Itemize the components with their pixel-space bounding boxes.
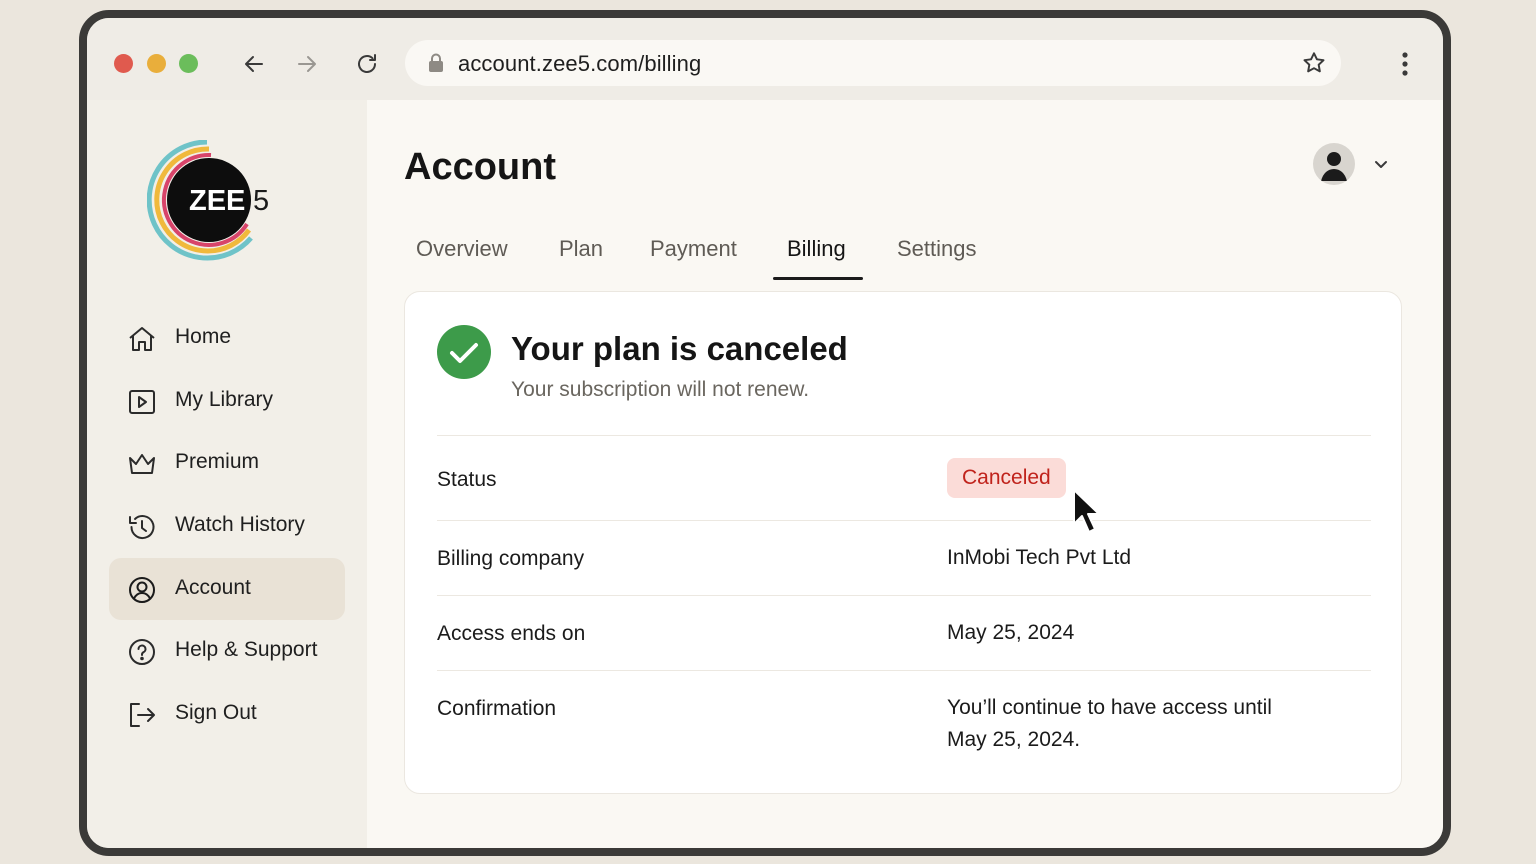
- history-icon: [129, 515, 155, 540]
- billing-company-label: Billing company: [437, 547, 585, 570]
- chevron-down-icon[interactable]: [1371, 154, 1391, 174]
- access-ends-label: Access ends on: [437, 622, 586, 645]
- sidebar-item-label: Premium: [175, 450, 260, 473]
- sidebar: ZEE 5 Home My Library Premium Watch Hist…: [87, 100, 367, 848]
- sidebar-item-label: Home: [175, 325, 232, 348]
- sidebar-item-label: Help & Support: [175, 638, 318, 661]
- browser-window: account.zee5.com/billing ZEE 5 Home My L…: [79, 10, 1451, 856]
- svg-text:5: 5: [253, 185, 269, 217]
- tab-overview[interactable]: Overview: [416, 236, 508, 262]
- more-options-icon[interactable]: [1392, 51, 1418, 77]
- zee5-logo[interactable]: ZEE 5: [147, 140, 277, 262]
- sidebar-item-sign-out[interactable]: Sign Out: [109, 683, 345, 745]
- sidebar-item-help-support[interactable]: Help & Support: [109, 620, 345, 682]
- check-circle-icon: [437, 325, 491, 379]
- crown-icon: [129, 454, 155, 474]
- sidebar-item-account[interactable]: Account: [109, 558, 345, 620]
- status-badge: Canceled: [947, 458, 1066, 498]
- forward-arrow-icon[interactable]: [294, 51, 320, 77]
- close-window-button[interactable]: [114, 54, 133, 73]
- tab-payment[interactable]: Payment: [650, 236, 737, 262]
- sidebar-item-label: Account: [175, 576, 251, 599]
- help-circle-icon: [129, 639, 155, 665]
- minimize-window-button[interactable]: [147, 54, 166, 73]
- billing-status-card: Your plan is canceled Your subscription …: [404, 291, 1402, 794]
- maximize-window-button[interactable]: [179, 54, 198, 73]
- billing-company-value: InMobi Tech Pvt Ltd: [947, 546, 1132, 569]
- divider: [437, 520, 1371, 521]
- lock-icon: [429, 53, 443, 72]
- sign-out-icon: [130, 703, 155, 727]
- sidebar-item-my-library[interactable]: My Library: [109, 370, 345, 432]
- confirmation-value-line2: May 25, 2024.: [947, 728, 1081, 751]
- address-bar[interactable]: account.zee5.com/billing: [405, 40, 1341, 86]
- active-tab-indicator: [773, 277, 863, 280]
- mouse-cursor-icon: [1073, 489, 1100, 533]
- access-ends-value: May 25, 2024: [947, 621, 1075, 644]
- avatar[interactable]: [1313, 143, 1355, 185]
- divider: [437, 670, 1371, 671]
- divider: [437, 595, 1371, 596]
- bookmark-star-icon[interactable]: [1301, 50, 1327, 76]
- divider: [437, 435, 1371, 436]
- svg-text:ZEE: ZEE: [189, 185, 245, 217]
- url-text: account.zee5.com/billing: [458, 51, 702, 76]
- confirmation-label: Confirmation: [437, 697, 557, 720]
- tab-settings[interactable]: Settings: [897, 236, 977, 262]
- sidebar-item-premium[interactable]: Premium: [109, 432, 345, 494]
- sidebar-item-label: Watch History: [175, 513, 305, 536]
- sidebar-item-watch-history[interactable]: Watch History: [109, 495, 345, 557]
- tab-plan[interactable]: Plan: [559, 236, 603, 262]
- card-subtitle: Your subscription will not renew.: [511, 378, 810, 401]
- play-square-icon: [129, 390, 155, 414]
- main-content: Account Overview Plan Payment Billing Se…: [367, 100, 1443, 848]
- browser-toolbar: account.zee5.com/billing: [87, 18, 1443, 100]
- page-title: Account: [404, 146, 556, 188]
- user-circle-icon: [129, 577, 155, 603]
- status-label: Status: [437, 468, 497, 491]
- sidebar-item-label: Sign Out: [175, 701, 257, 724]
- confirmation-value-line1: You’ll continue to have access until: [947, 696, 1272, 719]
- home-icon: [129, 327, 155, 351]
- back-arrow-icon[interactable]: [241, 51, 267, 77]
- reload-icon[interactable]: [354, 51, 380, 77]
- tab-billing[interactable]: Billing: [787, 236, 846, 262]
- user-avatar-icon: [1321, 152, 1347, 181]
- sidebar-item-label: My Library: [175, 388, 274, 411]
- sidebar-item-home[interactable]: Home: [109, 307, 345, 369]
- card-title: Your plan is canceled: [511, 330, 848, 367]
